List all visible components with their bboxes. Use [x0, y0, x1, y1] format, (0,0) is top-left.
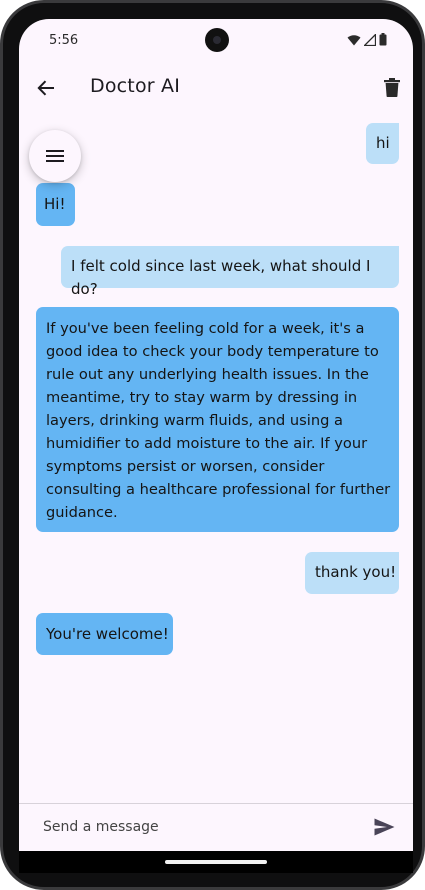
- app-bar: Doctor AI: [19, 63, 413, 111]
- message-text: hi: [376, 134, 390, 152]
- user-message: I felt cold since last week, what should…: [61, 246, 399, 298]
- page-title: Doctor AI: [90, 75, 181, 97]
- message-composer: [19, 803, 413, 851]
- message-text: You're welcome!: [46, 625, 169, 643]
- message-text: If you've been feeling cold for a week, …: [46, 320, 391, 521]
- cell-signal-icon: [364, 33, 376, 46]
- delete-chat-button[interactable]: [377, 72, 407, 102]
- trash-icon: [384, 77, 400, 97]
- send-icon: [374, 818, 394, 836]
- menu-button[interactable]: [29, 130, 81, 182]
- bot-message: You're welcome!: [36, 613, 173, 655]
- message-input[interactable]: [43, 815, 363, 839]
- message-text: I felt cold since last week, what should…: [71, 257, 376, 298]
- status-time: 5:56: [49, 33, 79, 48]
- gesture-nav-bar: [19, 851, 413, 873]
- wifi-icon: [347, 34, 361, 45]
- user-message: hi: [366, 123, 399, 164]
- battery-icon: [379, 33, 387, 46]
- message-text: Hi!: [44, 195, 66, 213]
- user-message: thank you!: [305, 552, 399, 594]
- status-bar: 5:56: [19, 19, 413, 63]
- front-camera: [205, 28, 229, 52]
- message-text: thank you!: [315, 563, 397, 581]
- bot-message: If you've been feeling cold for a week, …: [36, 307, 399, 532]
- arrow-left-icon: [37, 80, 54, 96]
- home-indicator[interactable]: [165, 860, 267, 864]
- bot-message: Hi!: [36, 183, 75, 226]
- phone-frame: 5:56 Doctor AI hi Hi! I felt cold since …: [0, 0, 425, 890]
- hamburger-menu-icon: [46, 150, 64, 162]
- status-icons: [347, 33, 387, 46]
- back-button[interactable]: [31, 73, 61, 103]
- app-screen: 5:56 Doctor AI hi Hi! I felt cold since …: [19, 19, 413, 873]
- send-button[interactable]: [371, 814, 397, 840]
